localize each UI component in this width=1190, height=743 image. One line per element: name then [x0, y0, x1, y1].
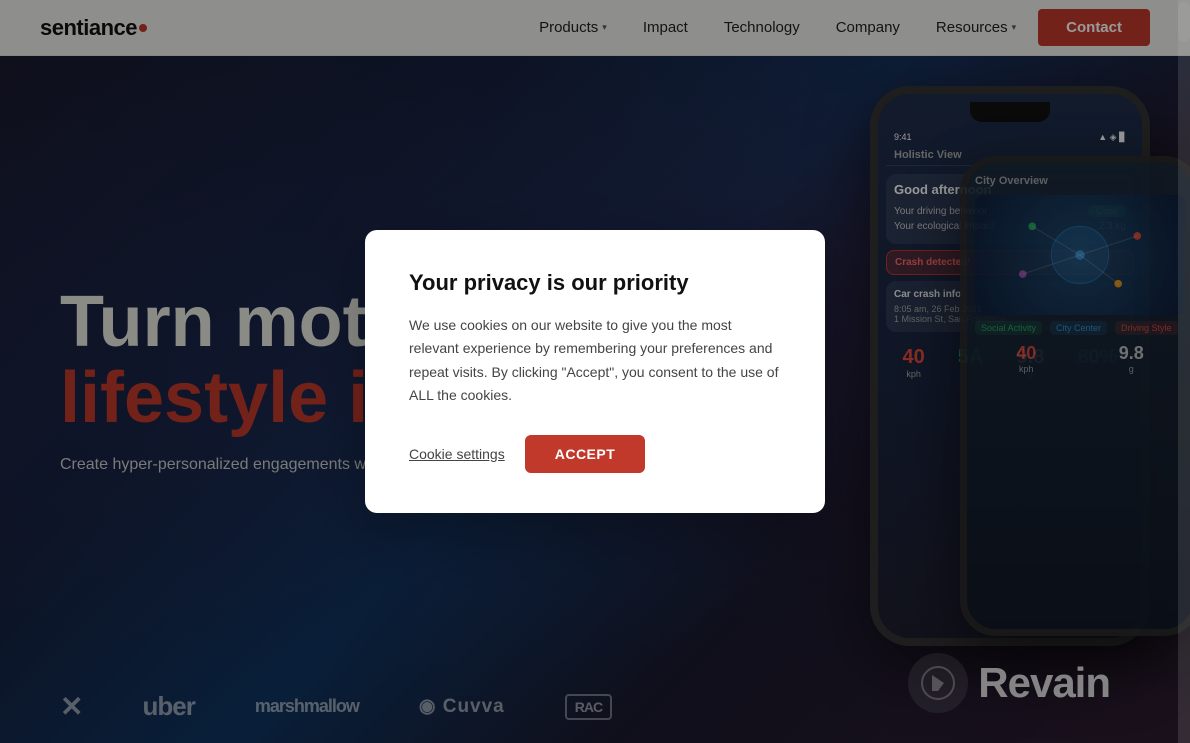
accept-button[interactable]: ACCEPT — [525, 435, 646, 473]
modal-actions: Cookie settings ACCEPT — [409, 435, 781, 473]
modal-title: Your privacy is our priority — [409, 270, 781, 296]
cookie-modal: Your privacy is our priority We use cook… — [365, 230, 825, 512]
cookie-settings-button[interactable]: Cookie settings — [409, 446, 505, 462]
scrollbar-thumb[interactable] — [1178, 2, 1190, 42]
scrollbar[interactable] — [1178, 0, 1190, 743]
modal-overlay: Your privacy is our priority We use cook… — [0, 0, 1190, 743]
modal-body: We use cookies on our website to give yo… — [409, 314, 781, 406]
